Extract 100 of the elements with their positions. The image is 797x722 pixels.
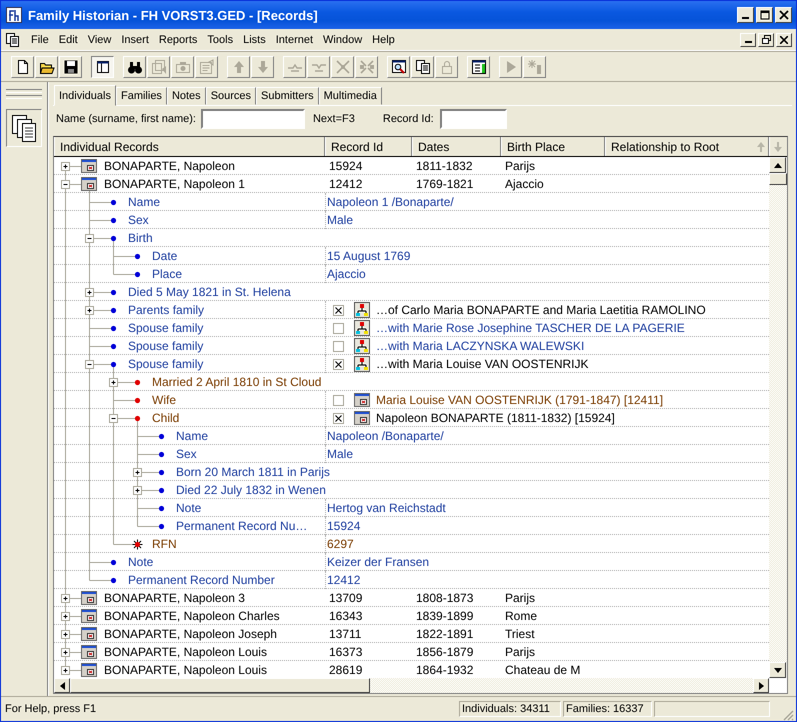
field-label: Married 2 April 1810 in St Cloud	[152, 375, 322, 389]
scroll-left-button[interactable]	[54, 678, 70, 693]
records-view-button[interactable]	[6, 109, 42, 147]
table-cell: Triest	[505, 627, 535, 641]
tree-expander[interactable]	[61, 648, 70, 657]
restore-button[interactable]	[758, 32, 774, 46]
checkbox[interactable]	[333, 340, 344, 352]
toolbar-button[interactable]	[91, 56, 114, 78]
bullet-icon	[110, 290, 116, 296]
menu-item[interactable]: Reports	[154, 34, 204, 46]
field-label: Note	[176, 501, 202, 515]
family-tree-icon	[354, 356, 370, 372]
field-label: Name	[176, 429, 208, 443]
resize-grip-icon[interactable]	[782, 709, 794, 721]
record-card-icon	[81, 177, 97, 191]
window-icon	[470, 58, 486, 74]
checkbox[interactable]	[333, 412, 344, 424]
record-card-icon	[354, 392, 370, 408]
record-name: BONAPARTE, Napoleon 1	[104, 177, 245, 191]
family-summary: …of Carlo Maria BONAPARTE and Maria Laetitia RAMOLINO	[376, 303, 706, 317]
tree-expander[interactable]	[61, 180, 70, 189]
scroll-down-button[interactable]	[769, 662, 786, 678]
documents-icon[interactable]	[5, 32, 21, 48]
tree-expander[interactable]	[85, 234, 94, 243]
scroll-thumb[interactable]	[769, 173, 787, 185]
restore-icon	[762, 35, 770, 44]
name-search-field[interactable]	[200, 109, 305, 129]
field-label: Permanent Record Nu…	[176, 519, 308, 533]
field-label: Wife	[152, 393, 176, 407]
tree-expander[interactable]	[133, 468, 142, 477]
tree-expander[interactable]	[109, 414, 118, 423]
menu-item[interactable]: Edit	[54, 34, 84, 46]
field-value: Napoleon 1 /Bonaparte/	[327, 195, 454, 209]
tree-expander[interactable]	[85, 288, 94, 297]
menu-item[interactable]: Help	[368, 34, 401, 46]
cross-tree-icon	[334, 58, 350, 74]
record-card-icon	[81, 627, 97, 641]
left-triangle-icon	[60, 682, 64, 690]
column-header[interactable]: Relationship to Root	[605, 137, 769, 156]
menu-item[interactable]: View	[84, 34, 118, 46]
column-header[interactable]: Record Id	[325, 137, 412, 156]
bullet-icon	[158, 488, 164, 494]
column-header[interactable]: Dates	[412, 137, 501, 156]
field-label: Birth	[128, 231, 153, 245]
status-text: For Help, press F1	[5, 703, 98, 715]
tab[interactable]: Submitters	[256, 87, 319, 105]
field-label: Name	[128, 195, 160, 209]
card-stack-icon	[150, 58, 166, 74]
table-cell: Parijs	[505, 159, 536, 173]
tree-expander[interactable]	[61, 162, 70, 171]
tree-expander[interactable]	[133, 486, 142, 495]
field-label: Spouse family	[128, 321, 204, 335]
scroll-thumb[interactable]	[70, 678, 370, 693]
menu-item[interactable]: File	[27, 34, 55, 46]
tree-expander[interactable]	[61, 666, 70, 675]
tree-expander[interactable]	[85, 306, 94, 315]
table-cell: 28619	[329, 663, 362, 677]
record-id-field[interactable]	[440, 109, 507, 129]
tab[interactable]: Notes	[166, 87, 206, 105]
bullet-icon	[110, 326, 116, 332]
close-button[interactable]	[775, 7, 792, 23]
close-button[interactable]	[776, 32, 792, 46]
tree-expander[interactable]	[109, 378, 118, 387]
window-layout-icon	[94, 58, 110, 74]
window-title: Family Historian - FH VORST3.GED - [Records]	[28, 8, 318, 22]
menu-item[interactable]: Window	[319, 34, 368, 46]
tab[interactable]: Sources	[206, 87, 256, 105]
bullet-icon	[134, 254, 140, 260]
checkbox[interactable]	[333, 322, 344, 334]
minimize-button[interactable]	[737, 7, 754, 23]
tab[interactable]: Multimedia	[318, 87, 382, 105]
tab[interactable]: Families	[116, 87, 167, 105]
column-header[interactable]: Individual Records	[54, 137, 325, 156]
menu-item[interactable]: Lists	[239, 34, 272, 46]
checkbox[interactable]	[333, 358, 344, 370]
bullet-icon	[134, 416, 140, 422]
minimize-button[interactable]	[740, 32, 756, 46]
tab[interactable]: Individuals	[54, 85, 116, 106]
menu-item[interactable]: Insert	[117, 34, 155, 46]
column-header[interactable]: Birth Place	[501, 137, 605, 156]
tree-expander[interactable]	[61, 594, 70, 603]
field-label: Sex	[128, 213, 149, 227]
copy-icon	[414, 58, 430, 74]
checkbox[interactable]	[333, 394, 344, 406]
menu-item[interactable]: Internet	[272, 34, 320, 46]
maximize-button[interactable]	[756, 7, 773, 23]
field-value: Hertog van Reichstadt	[327, 501, 446, 515]
tree-expander[interactable]	[61, 612, 70, 621]
name-label: Name (surname, first name):	[56, 113, 196, 125]
tree-expander[interactable]	[61, 630, 70, 639]
vertical-scrollbar[interactable]	[769, 157, 787, 678]
bullet-icon	[134, 272, 140, 278]
scroll-right-button[interactable]	[753, 678, 769, 693]
field-value: Male	[327, 213, 354, 227]
checkbox[interactable]	[333, 304, 344, 316]
menu-item[interactable]: Tools	[203, 34, 240, 46]
tree-expander[interactable]	[85, 360, 94, 369]
scroll-up-button[interactable]	[769, 157, 786, 173]
horizontal-scrollbar[interactable]	[54, 678, 769, 693]
record-name: BONAPARTE, Napoleon Louis	[104, 645, 267, 659]
